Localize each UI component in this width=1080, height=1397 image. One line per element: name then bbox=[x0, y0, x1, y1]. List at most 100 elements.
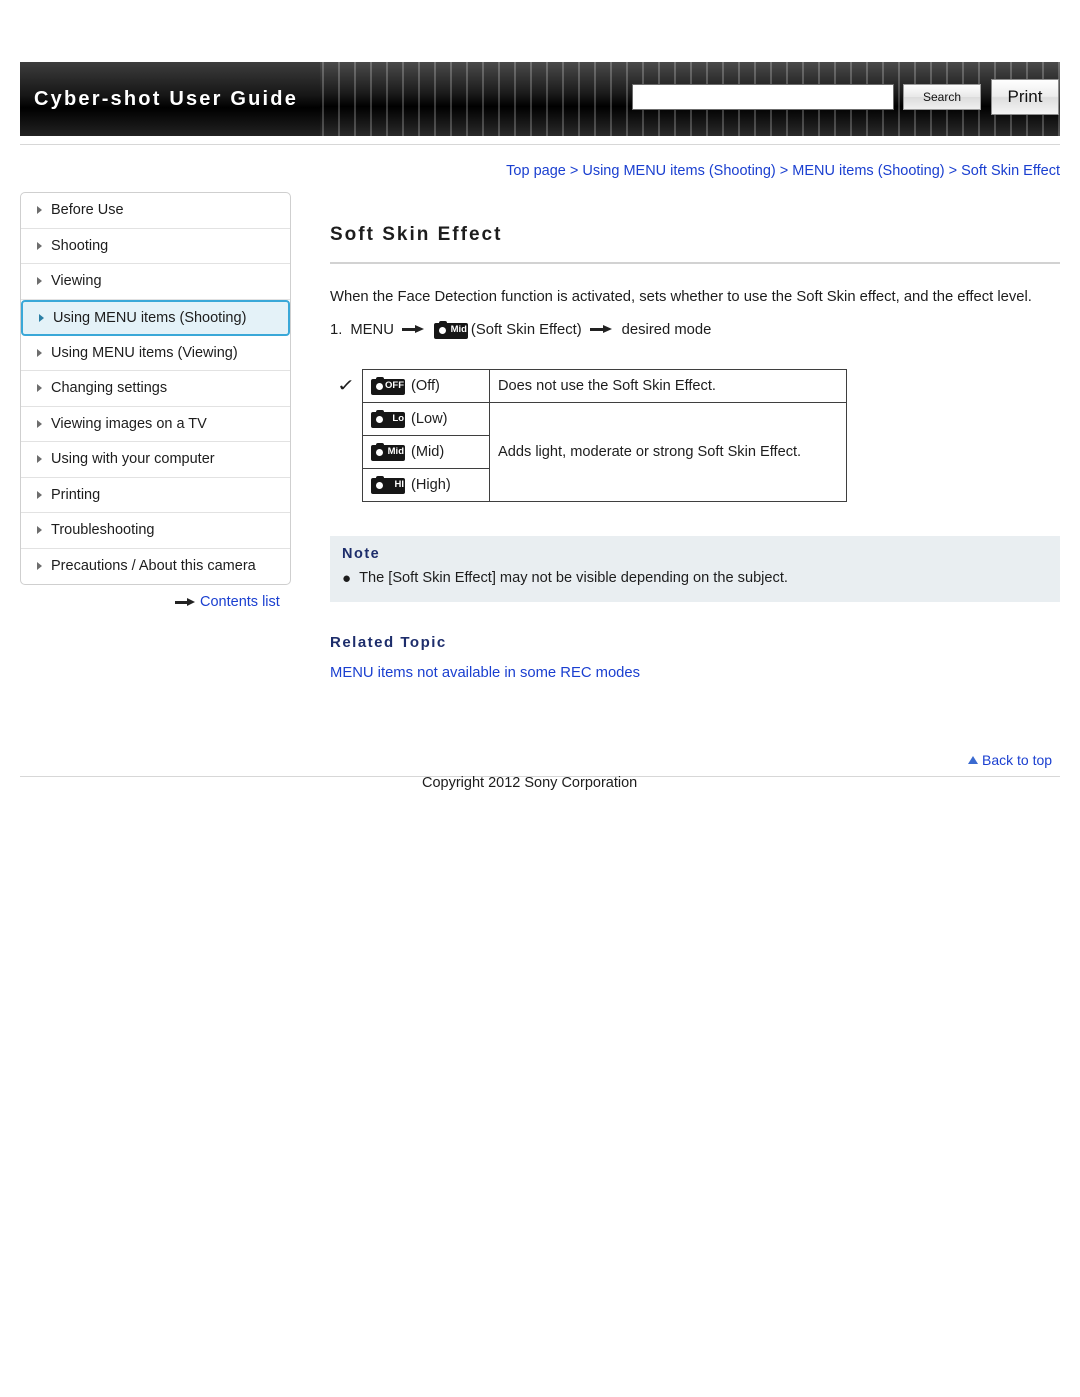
option-description-levels: Adds light, moderate or strong Soft Skin… bbox=[489, 401, 847, 502]
triangle-right-icon bbox=[37, 419, 42, 428]
breadcrumb-item-using-menu-items-shooting[interactable]: Using MENU items (Shooting) bbox=[582, 163, 775, 179]
step-text-desired-mode: desired mode bbox=[621, 321, 712, 338]
options-table: ✓ OFF (Off) Does not use the Soft Skin E… bbox=[330, 368, 847, 502]
soft-skin-effect-off-icon: OFF bbox=[371, 376, 405, 395]
title-divider bbox=[330, 262, 1060, 264]
sidebar-item-label: Printing bbox=[51, 486, 101, 503]
option-label: (High) bbox=[411, 476, 451, 493]
table-row: ✓ OFF (Off) Does not use the Soft Skin E… bbox=[330, 368, 847, 403]
contents-list-link[interactable]: Contents list bbox=[175, 594, 280, 610]
sidebar-item-label: Using MENU items (Viewing) bbox=[51, 344, 238, 361]
sidebar-item-precautions-about-this-camera[interactable]: Precautions / About this camera bbox=[21, 549, 290, 585]
triangle-right-icon bbox=[37, 348, 42, 357]
main-content: Soft Skin Effect When the Face Detection… bbox=[330, 192, 1060, 681]
option-description-off: Does not use the Soft Skin Effect. bbox=[489, 368, 847, 403]
site-header: Cyber-shot User Guide Search Print bbox=[20, 62, 1060, 136]
selected-marker-cell bbox=[330, 468, 363, 501]
step-number: 1. bbox=[330, 321, 343, 338]
soft-skin-effect-mid-icon: Mid bbox=[371, 442, 405, 461]
triangle-right-icon bbox=[37, 277, 42, 286]
selected-marker-cell: ✓ bbox=[330, 369, 363, 402]
triangle-right-icon bbox=[37, 206, 42, 215]
sidebar-item-troubleshooting[interactable]: Troubleshooting bbox=[21, 513, 290, 549]
triangle-right-icon bbox=[37, 526, 42, 535]
contents-list-label: Contents list bbox=[200, 594, 280, 610]
sidebar-item-label: Changing settings bbox=[51, 380, 168, 397]
copyright-text: Copyright 2012 Sony Corporation bbox=[422, 775, 638, 791]
triangle-right-icon bbox=[37, 241, 42, 250]
selected-marker-cell bbox=[330, 435, 363, 468]
sidebar-item-label: Viewing images on a TV bbox=[51, 415, 207, 432]
option-cell-mid: Mid (Mid) bbox=[362, 434, 490, 469]
sidebar-item-changing-settings[interactable]: Changing settings bbox=[21, 371, 290, 407]
table-row: Lo (Low) Adds light, moderate or strong … bbox=[330, 401, 847, 502]
icon-label: HI bbox=[394, 478, 405, 490]
page-title: Soft Skin Effect bbox=[330, 224, 503, 245]
sidebar-item-using-menu-items-viewing[interactable]: Using MENU items (Viewing) bbox=[21, 336, 290, 371]
breadcrumb-item-top-page[interactable]: Top page bbox=[506, 163, 566, 179]
breadcrumb-separator: > bbox=[569, 163, 579, 179]
triangle-right-icon bbox=[37, 562, 42, 571]
sidebar-item-label: Precautions / About this camera bbox=[51, 558, 256, 575]
triangle-right-icon bbox=[37, 490, 42, 499]
breadcrumb-separator: > bbox=[779, 163, 789, 179]
print-button[interactable]: Print bbox=[991, 79, 1059, 115]
note-item-text: The [Soft Skin Effect] may not be visibl… bbox=[359, 569, 788, 586]
procedure-step: 1. MENU Mid (Soft Skin Effect) desired m… bbox=[330, 320, 1060, 339]
sidebar-item-label: Troubleshooting bbox=[51, 522, 155, 539]
sidebar-item-label: Before Use bbox=[51, 202, 124, 219]
soft-skin-effect-high-icon: HI bbox=[371, 475, 405, 494]
sidebar-item-using-with-your-computer[interactable]: Using with your computer bbox=[21, 442, 290, 478]
header-divider bbox=[20, 144, 1060, 145]
back-to-top-label: Back to top bbox=[982, 752, 1053, 768]
sidebar-item-viewing[interactable]: Viewing bbox=[21, 264, 290, 300]
sidebar-nav: Before Use Shooting Viewing Using MENU i… bbox=[20, 192, 291, 585]
related-topic-title: Related Topic bbox=[330, 633, 447, 651]
note-item: ● The [Soft Skin Effect] may not be visi… bbox=[342, 570, 1048, 588]
breadcrumb-item-menu-items-shooting[interactable]: MENU items (Shooting) bbox=[792, 163, 944, 179]
icon-label: Mid bbox=[387, 445, 404, 457]
checkmark-icon: ✓ bbox=[336, 375, 356, 395]
option-cell-off: OFF (Off) bbox=[362, 368, 490, 403]
sidebar-item-before-use[interactable]: Before Use bbox=[21, 193, 290, 229]
sidebar-item-label: Using with your computer bbox=[51, 451, 215, 468]
soft-skin-effect-low-icon: Lo bbox=[371, 409, 405, 428]
triangle-right-icon bbox=[39, 313, 44, 322]
option-label: (Mid) bbox=[411, 443, 445, 460]
sidebar-item-using-menu-items-shooting[interactable]: Using MENU items (Shooting) bbox=[21, 299, 290, 336]
step-icon-caption: (Soft Skin Effect) bbox=[470, 321, 582, 338]
icon-label: Mid bbox=[450, 323, 467, 335]
sidebar-item-shooting[interactable]: Shooting bbox=[21, 229, 290, 264]
option-label: (Low) bbox=[411, 410, 448, 427]
breadcrumb: Top page > Using MENU items (Shooting) >… bbox=[506, 163, 1060, 179]
sidebar-item-label: Viewing bbox=[51, 273, 102, 290]
sidebar-item-label: Using MENU items (Shooting) bbox=[53, 309, 247, 326]
option-cell-high: HI (High) bbox=[362, 467, 490, 502]
back-to-top-link[interactable]: Back to top bbox=[968, 752, 1052, 768]
triangle-right-icon bbox=[37, 455, 42, 464]
soft-skin-effect-mid-icon: Mid bbox=[433, 320, 468, 339]
search-input-wrapper[interactable] bbox=[632, 84, 894, 110]
arrow-right-icon bbox=[175, 598, 197, 607]
triangle-up-icon bbox=[968, 756, 978, 764]
search-button[interactable]: Search bbox=[903, 84, 981, 110]
arrow-right-icon bbox=[589, 325, 614, 334]
option-cell-low: Lo (Low) bbox=[362, 401, 490, 436]
breadcrumb-separator: > bbox=[948, 163, 958, 179]
note-title: Note bbox=[342, 545, 381, 562]
related-topic-link[interactable]: MENU items not available in some REC mod… bbox=[330, 665, 1060, 681]
selected-marker-cell bbox=[330, 402, 363, 435]
sidebar-item-printing[interactable]: Printing bbox=[21, 478, 290, 513]
bullet-icon: ● bbox=[342, 569, 352, 587]
search-input[interactable] bbox=[633, 85, 893, 109]
breadcrumb-item-current: Soft Skin Effect bbox=[961, 163, 1060, 179]
note-box: Note ● The [Soft Skin Effect] may not be… bbox=[330, 535, 1060, 602]
site-title: Cyber-shot User Guide bbox=[34, 88, 299, 110]
intro-paragraph: When the Face Detection function is acti… bbox=[330, 289, 1032, 305]
icon-label: OFF bbox=[385, 379, 404, 391]
sidebar-item-viewing-images-on-a-tv[interactable]: Viewing images on a TV bbox=[21, 407, 290, 442]
icon-label: Lo bbox=[392, 412, 404, 424]
step-text-menu: MENU bbox=[350, 321, 394, 338]
sidebar-item-label: Shooting bbox=[51, 237, 109, 254]
triangle-right-icon bbox=[37, 384, 42, 393]
